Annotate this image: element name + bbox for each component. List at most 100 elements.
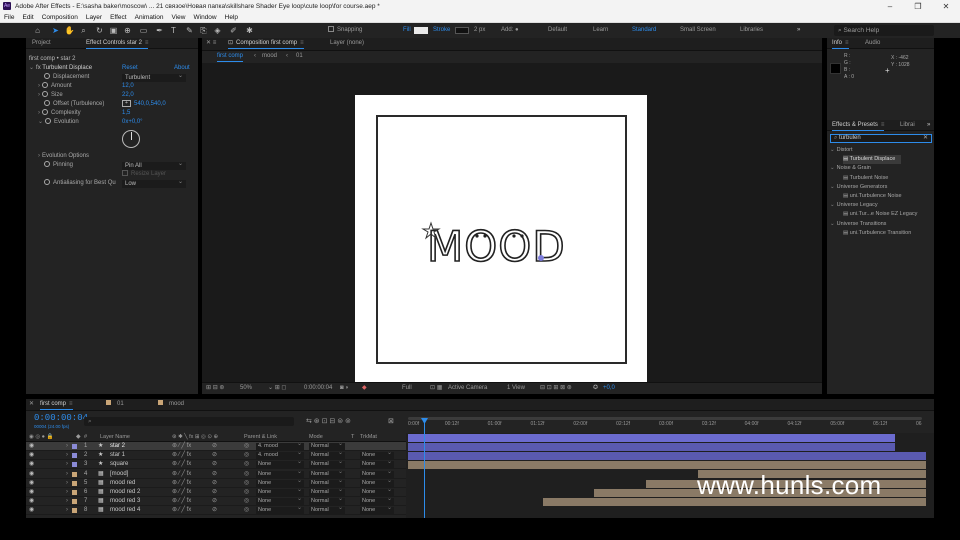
camera-tool-icon[interactable]: ▣: [108, 25, 119, 36]
layer-3d-switch-icon[interactable]: ⊘: [212, 442, 217, 451]
trkmat-dropdown[interactable]: None: [360, 459, 394, 469]
complexity-value[interactable]: 1,5: [122, 109, 130, 118]
workspace-more-icon[interactable]: »: [797, 23, 800, 38]
stopwatch-icon[interactable]: [44, 161, 50, 168]
visibility-eye-icon[interactable]: ◉: [29, 506, 34, 515]
lock-icon[interactable]: ⊡: [228, 40, 233, 46]
timeline-switch-icons[interactable]: ⇆ ⊛ ⊡ ⊟ ⊜ ⊚: [306, 416, 351, 427]
tab-timeline-01[interactable]: 01: [106, 399, 124, 410]
expand-triangle-icon[interactable]: ›: [66, 506, 68, 515]
stopwatch-icon[interactable]: [44, 100, 50, 107]
effects-search-input[interactable]: ⌕ turbulen ✕: [830, 134, 932, 143]
layer-name[interactable]: square: [110, 460, 128, 469]
evolution-value[interactable]: 0x+0,0°: [122, 118, 143, 127]
viewer-extra-icons[interactable]: ⊟ ⊡ ⊞ ⊠ ⊛: [540, 383, 572, 394]
mode-dropdown[interactable]: Normal: [309, 496, 345, 506]
evolution-options-group[interactable]: › Evolution Options: [38, 152, 89, 161]
panel-close-icon[interactable]: ✕ ≡: [206, 38, 216, 49]
expand-triangle-icon[interactable]: ›: [66, 488, 68, 497]
layer-label-color[interactable]: [72, 480, 77, 486]
expand-triangle-icon[interactable]: ›: [66, 460, 68, 469]
stopwatch-icon[interactable]: [42, 109, 48, 116]
parent-dropdown[interactable]: None: [256, 469, 304, 478]
visibility-eye-icon[interactable]: ◉: [29, 497, 34, 506]
evolution-angle-dial[interactable]: [122, 130, 140, 148]
flow-tab-first-comp[interactable]: first comp: [217, 51, 244, 62]
expand-triangle-icon[interactable]: ›: [66, 479, 68, 488]
layer-3d-switch-icon[interactable]: ⊘: [212, 470, 217, 479]
visibility-eye-icon[interactable]: ◉: [29, 479, 34, 488]
mode-dropdown[interactable]: Normal: [309, 459, 345, 469]
panel-menu-icon[interactable]: ≡: [145, 40, 149, 46]
stroke-width-value[interactable]: 2 px: [474, 23, 485, 38]
offset-control[interactable]: +540,0,540,0: [122, 100, 166, 109]
collapse-triangle-icon[interactable]: ⌄: [830, 147, 835, 153]
layer-switches-icons[interactable]: ⊛ ⁄ ╱ fx: [172, 497, 191, 506]
region-transparency-icons[interactable]: ⊡ ▦: [430, 383, 442, 394]
parent-pickwhip-icon[interactable]: ◎: [244, 479, 249, 488]
tab-timeline-mood[interactable]: mood: [158, 399, 184, 410]
effects-category[interactable]: ⌄ Universe Generators: [830, 183, 887, 192]
add-button-icon[interactable]: ●: [515, 23, 519, 38]
snapshot-camera-icon[interactable]: ◙ ◗: [340, 383, 349, 394]
layer-row[interactable]: ◉ › 2 ★ star 1 ⊛ ⁄ ╱ fx ⊘ ◎ 4. mood Normal None: [26, 450, 406, 461]
mode-dropdown[interactable]: Normal: [309, 450, 345, 460]
camera-dropdown[interactable]: Active Camera: [448, 383, 487, 394]
parent-dropdown[interactable]: None: [256, 505, 304, 515]
collapse-triangle-icon[interactable]: ⌄: [830, 202, 835, 208]
layer-switches-icons[interactable]: ⊛ ⁄ ╱ fx: [172, 488, 191, 497]
expand-triangle-icon[interactable]: ›: [38, 110, 40, 116]
parent-pickwhip-icon[interactable]: ◎: [244, 442, 249, 451]
snapping-checkbox[interactable]: [328, 26, 334, 33]
layer-label-color[interactable]: [72, 471, 77, 477]
collapse-triangle-icon[interactable]: ⌄: [830, 165, 835, 171]
trkmat-dropdown[interactable]: None: [360, 450, 394, 460]
workspace-small-screen[interactable]: Small Screen: [680, 23, 716, 38]
trkmat-dropdown[interactable]: None: [360, 505, 394, 515]
layer-label-color[interactable]: [72, 444, 77, 449]
effects-item[interactable]: ▤ uni.Turbulence Noise: [843, 192, 902, 201]
flow-tab-mood[interactable]: mood: [262, 51, 277, 62]
parent-pickwhip-icon[interactable]: ◎: [244, 488, 249, 497]
tab-layer[interactable]: Layer (none): [330, 38, 364, 49]
zoom-tool-icon[interactable]: ⌕: [78, 25, 89, 36]
antialiasing-dropdown[interactable]: Low: [122, 178, 186, 188]
layer-3d-switch-icon[interactable]: ⊘: [212, 497, 217, 506]
layer-row[interactable]: ◉ › 1 ★ star 2 ⊛ ⁄ ╱ fx ⊘ ◎ 4. mood Normal: [26, 441, 406, 451]
tab-audio[interactable]: Audio: [865, 38, 880, 49]
timeline-ruler[interactable]: 0:00f 00:12f 01:00f 01:12f 02:00f 02:12f 03:00…: [406, 416, 934, 433]
layer-row[interactable]: ◉ › 4 ▦ [mood] ⊛ ⁄ ╱ fx ⊘ ◎ None Normal None: [26, 469, 406, 479]
trkmat-dropdown[interactable]: None: [360, 496, 394, 506]
layer-3d-switch-icon[interactable]: ⊘: [212, 460, 217, 469]
layer-duration-bar[interactable]: [408, 451, 926, 460]
menu-composition[interactable]: Composition: [42, 14, 78, 21]
workspace-libraries[interactable]: Libraries: [740, 23, 763, 38]
parent-pickwhip-icon[interactable]: ◎: [244, 497, 249, 506]
selection-tool-icon[interactable]: ➤: [50, 25, 61, 36]
layer-3d-switch-icon[interactable]: ⊘: [212, 479, 217, 488]
layer-duration-bar[interactable]: [408, 442, 895, 451]
col-layer-name[interactable]: Layer Name: [100, 433, 130, 442]
expand-triangle-icon[interactable]: ›: [66, 442, 68, 451]
menu-view[interactable]: View: [172, 14, 186, 21]
amount-value[interactable]: 12,0: [122, 82, 134, 91]
mode-dropdown[interactable]: Normal: [309, 441, 345, 450]
mode-dropdown[interactable]: Normal: [309, 478, 345, 487]
graph-editor-icon[interactable]: ⊠: [388, 416, 394, 427]
menu-layer[interactable]: Layer: [86, 14, 102, 21]
expand-triangle-icon[interactable]: ›: [38, 83, 40, 89]
expand-triangle-icon[interactable]: ›: [38, 153, 40, 159]
stopwatch-icon[interactable]: [42, 91, 48, 98]
layer-row[interactable]: ◉ › 8 ▦ mood red 4 ⊛ ⁄ ╱ fx ⊘ ◎ None Normal None: [26, 505, 406, 516]
parent-pickwhip-icon[interactable]: ◎: [244, 460, 249, 469]
anchor-point[interactable]: [538, 255, 544, 261]
workspace-standard[interactable]: Standard: [632, 23, 656, 38]
parent-dropdown[interactable]: None: [256, 487, 304, 496]
fx-icon[interactable]: fx: [36, 65, 41, 71]
tab-effects-presets[interactable]: Effects & Presets ≡: [832, 120, 885, 131]
layer-row[interactable]: ◉ › 3 ★ square ⊛ ⁄ ╱ fx ⊘ ◎ None Normal None: [26, 459, 406, 470]
layer-switches-icons[interactable]: ⊛ ⁄ ╱ fx: [172, 460, 191, 469]
panel-close-icon[interactable]: ✕: [29, 399, 34, 410]
visibility-eye-icon[interactable]: ◉: [29, 488, 34, 497]
visibility-eye-icon[interactable]: ◉: [29, 470, 34, 479]
